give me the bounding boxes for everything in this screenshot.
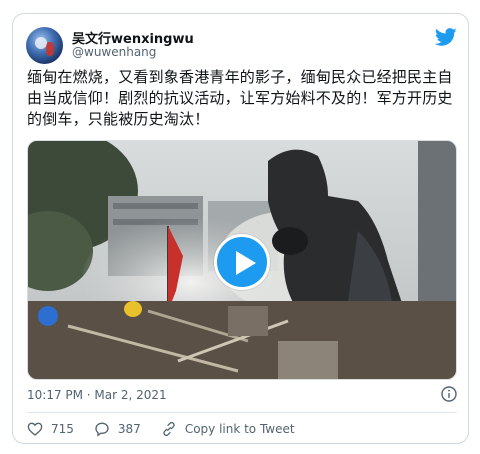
video-player[interactable] xyxy=(27,140,457,380)
info-icon[interactable] xyxy=(441,386,457,402)
heart-icon xyxy=(27,422,43,436)
copy-link-button[interactable]: Copy link to Tweet xyxy=(161,421,295,437)
like-count: 715 xyxy=(51,422,74,436)
link-icon xyxy=(163,421,175,437)
reply-button[interactable]: 387 xyxy=(94,421,141,437)
author-avatar[interactable] xyxy=(26,27,63,64)
like-button[interactable]: 715 xyxy=(27,421,74,437)
twitter-bird-icon[interactable] xyxy=(434,26,458,48)
play-button[interactable] xyxy=(214,234,270,290)
reply-bubble-icon xyxy=(95,422,109,437)
play-icon xyxy=(236,251,256,275)
tweet-card: 吴文行wenxingwu @wuwenhang 缅甸在燃烧，又看到象香港青年的影… xyxy=(12,13,469,444)
action-bar: 715 387 Copy link to Tweet xyxy=(27,419,315,439)
tweet-text: 缅甸在燃烧，又看到象香港青年的影子，缅甸民众已经把民主自由当成信仰！剧烈的抗议活… xyxy=(27,68,453,128)
author-handle[interactable]: @wuwenhang xyxy=(72,45,156,59)
tweet-timestamp[interactable]: 10:17 PM · Mar 2, 2021 xyxy=(27,388,167,402)
copy-link-label: Copy link to Tweet xyxy=(184,422,295,436)
divider xyxy=(27,412,457,413)
reply-count: 387 xyxy=(117,422,141,436)
